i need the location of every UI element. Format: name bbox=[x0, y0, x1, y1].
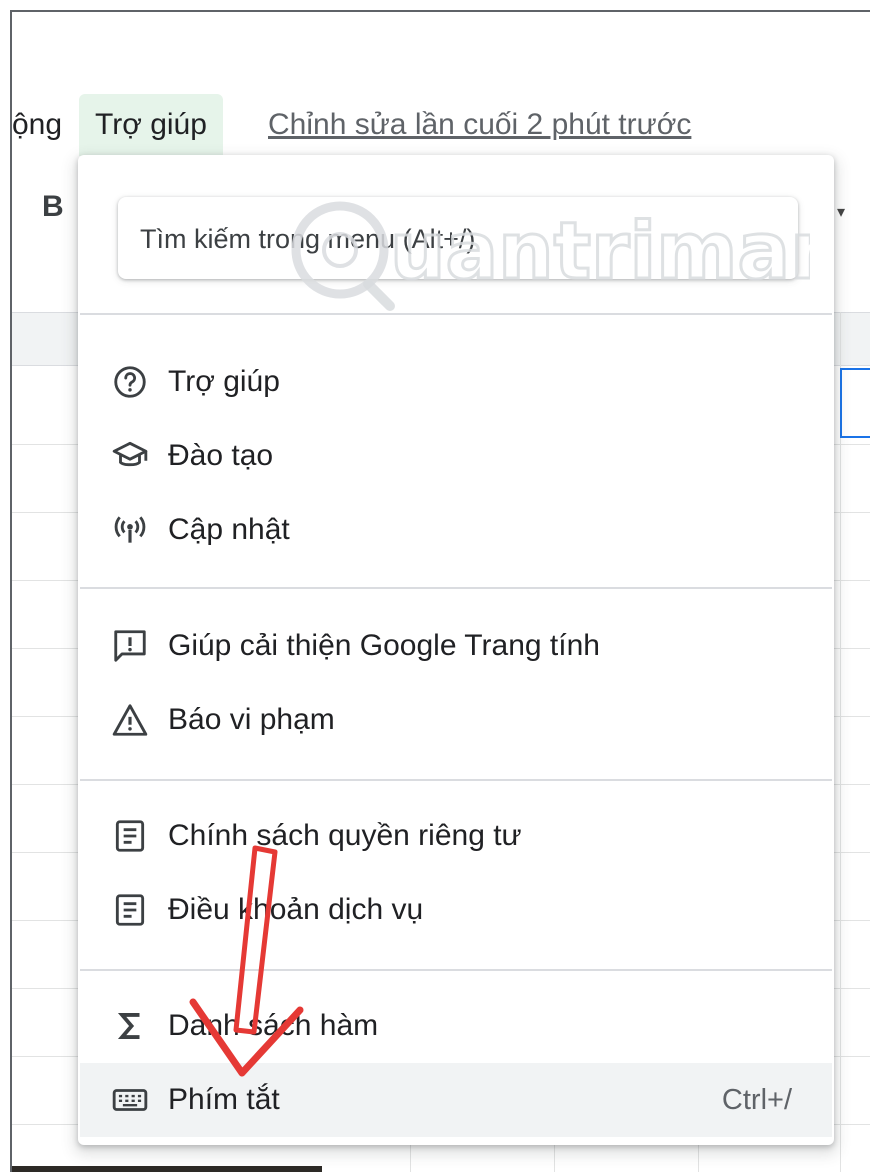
sheets-window: ộng Trợ giúp Chỉnh sửa lần cuối 2 phút t… bbox=[10, 10, 870, 1172]
last-edit-link[interactable]: Chỉnh sửa lần cuối 2 phút trước bbox=[268, 94, 691, 156]
shortcut-hint: Ctrl+/ bbox=[721, 1083, 792, 1116]
menu-search-input[interactable] bbox=[138, 197, 782, 281]
feedback-icon bbox=[110, 626, 150, 666]
menu-item-label: Phím tắt bbox=[168, 1083, 280, 1116]
warning-icon bbox=[110, 700, 150, 740]
menu-item-help-center[interactable]: Trợ giúp bbox=[80, 345, 832, 419]
menu-item-label: Báo vi phạm bbox=[168, 703, 335, 736]
menu-divider bbox=[80, 313, 832, 315]
toolbar-dropdown-icon[interactable]: ▾ bbox=[837, 202, 845, 222]
menu-search-box[interactable] bbox=[118, 197, 798, 281]
help-menu-dropdown: Trợ giúp Đào tạo Cập nhật Giúp cải thiện… bbox=[78, 155, 834, 1145]
menu-item-label: Chính sách quyền riêng tư bbox=[168, 819, 522, 852]
menu-item-help[interactable]: Trợ giúp bbox=[79, 94, 223, 156]
menubar: ộng Trợ giúp Chỉnh sửa lần cuối 2 phút t… bbox=[12, 92, 870, 162]
menu-item-label: Giúp cải thiện Google Trang tính bbox=[168, 629, 600, 662]
menu-divider bbox=[80, 587, 832, 589]
keyboard-icon bbox=[110, 1080, 150, 1120]
menu-item-extensions[interactable]: ộng bbox=[12, 94, 78, 156]
menu-divider bbox=[80, 969, 832, 971]
graduation-cap-icon bbox=[110, 436, 150, 476]
menu-item-terms-of-service[interactable]: Điều khoản dịch vụ bbox=[80, 873, 832, 947]
selected-cell[interactable] bbox=[840, 368, 870, 438]
menu-item-label: Danh sách hàm bbox=[168, 1009, 379, 1042]
taskbar-strip bbox=[12, 1166, 322, 1172]
menu-item-privacy-policy[interactable]: Chính sách quyền riêng tư bbox=[80, 799, 832, 873]
menu-item-function-list[interactable]: Danh sách hàm bbox=[80, 989, 832, 1063]
broadcast-icon bbox=[110, 510, 150, 550]
menu-item-label: Đào tạo bbox=[168, 439, 274, 472]
menu-item-training[interactable]: Đào tạo bbox=[80, 419, 832, 493]
sigma-icon bbox=[110, 1006, 150, 1046]
bold-button[interactable]: B bbox=[42, 190, 64, 224]
menu-item-feedback[interactable]: Giúp cải thiện Google Trang tính bbox=[80, 609, 832, 683]
menu-item-label: Trợ giúp bbox=[168, 365, 280, 398]
menu-item-updates[interactable]: Cập nhật bbox=[80, 493, 832, 567]
menu-item-label: Cập nhật bbox=[168, 513, 290, 546]
help-circle-icon bbox=[110, 362, 150, 402]
menu-divider bbox=[80, 779, 832, 781]
document-icon bbox=[110, 890, 150, 930]
menu-item-label: Điều khoản dịch vụ bbox=[168, 893, 424, 926]
grid-line bbox=[840, 312, 841, 1172]
menu-item-keyboard-shortcuts[interactable]: Phím tắt Ctrl+/ bbox=[80, 1063, 832, 1137]
menu-item-report-abuse[interactable]: Báo vi phạm bbox=[80, 683, 832, 757]
document-icon bbox=[110, 816, 150, 856]
